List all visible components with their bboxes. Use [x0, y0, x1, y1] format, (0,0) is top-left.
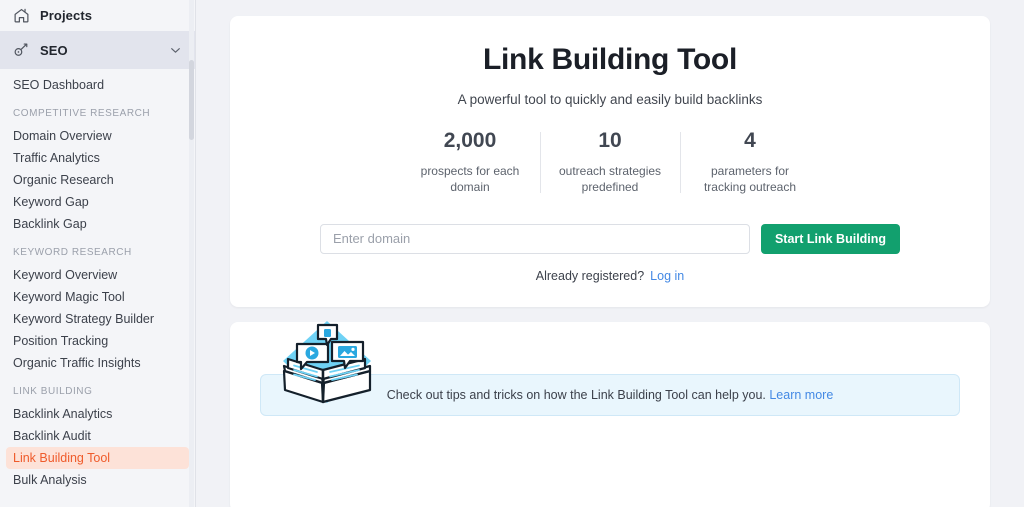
sidebar-item-label: Keyword Strategy Builder [13, 312, 155, 326]
sidebar-item-domain-overview[interactable]: Domain Overview [0, 125, 195, 147]
sidebar-scrollbar-thumb[interactable] [189, 60, 194, 140]
stat-item: 10 outreach strategies predefined [540, 129, 680, 196]
learn-more-link[interactable]: Learn more [769, 388, 833, 402]
sidebar-item-label: Backlink Gap [13, 217, 87, 231]
stat-description: parameters for tracking outreach [703, 164, 797, 195]
domain-form: Start Link Building [270, 223, 950, 254]
sidebar: Projects SEO SEO Dashboard COMPETITIVE R… [0, 0, 196, 507]
sidebar-item-organic-research[interactable]: Organic Research [0, 169, 195, 191]
sidebar-item-keyword-magic-tool[interactable]: Keyword Magic Tool [0, 286, 195, 308]
stat-number: 10 [598, 129, 622, 152]
sidebar-item-label: Bulk Analysis [13, 473, 87, 487]
page-subtitle: A powerful tool to quickly and easily bu… [457, 92, 763, 107]
sidebar-item-label: Backlink Audit [13, 429, 91, 443]
sidebar-item-label: Keyword Magic Tool [13, 290, 125, 304]
sidebar-item-projects-label: Projects [40, 8, 93, 23]
stat-item: 4 parameters for tracking outreach [680, 129, 820, 196]
sidebar-item-seo-label: SEO [40, 42, 68, 58]
already-registered: Already registered? Log in [270, 269, 950, 283]
open-book-icon [275, 317, 379, 413]
sidebar-item-seo-dashboard-label: SEO Dashboard [13, 78, 105, 92]
sidebar-item-label: Keyword Overview [13, 268, 118, 282]
sidebar-item-backlink-audit[interactable]: Backlink Audit [0, 425, 195, 447]
tips-card: Check out tips and tricks on how the Lin… [230, 320, 990, 507]
tips-banner-text: Check out tips and tricks on how the Lin… [387, 388, 834, 402]
hero-card: Link Building Tool A powerful tool to qu… [230, 16, 990, 307]
log-in-link[interactable]: Log in [650, 269, 684, 283]
sidebar-item-label: Link Building Tool [13, 451, 111, 465]
sidebar-item-seo-dashboard[interactable]: SEO Dashboard [0, 69, 195, 96]
sidebar-item-bulk-analysis[interactable]: Bulk Analysis [0, 469, 195, 491]
sidebar-item-link-building-tool[interactable]: Link Building Tool [6, 447, 189, 469]
stat-description: outreach strategies predefined [558, 164, 662, 195]
start-link-building-button[interactable]: Start Link Building [760, 223, 901, 254]
sidebar-sections: COMPETITIVE RESEARCH Domain Overview Traff… [0, 96, 195, 491]
page-title: Link Building Tool [483, 43, 737, 76]
tips-banner-message: Check out tips and tricks on how the Lin… [386, 387, 766, 402]
sidebar-item-keyword-gap[interactable]: Keyword Gap [0, 191, 195, 213]
domain-input[interactable] [319, 223, 750, 254]
home-icon [12, 7, 30, 25]
sidebar-item-label: Backlink Analytics [13, 407, 113, 421]
sidebar-item-position-tracking[interactable]: Position Tracking [0, 330, 195, 352]
sidebar-item-projects[interactable]: Projects [0, 0, 195, 31]
sidebar-item-organic-traffic-insights[interactable]: Organic Traffic Insights [0, 352, 195, 374]
sidebar-item-traffic-analytics[interactable]: Traffic Analytics [0, 147, 195, 169]
sidebar-item-backlink-gap[interactable]: Backlink Gap [0, 213, 195, 235]
stat-number: 4 [744, 129, 756, 152]
sidebar-item-keyword-strategy-builder[interactable]: Keyword Strategy Builder [0, 308, 195, 330]
stat-description: prospects for each domain [420, 164, 520, 195]
sidebar-item-label: Traffic Analytics [13, 151, 100, 165]
chevron-down-icon[interactable] [169, 44, 182, 57]
sidebar-item-seo[interactable]: SEO [0, 31, 195, 69]
seo-magnifier-icon [12, 41, 30, 59]
sidebar-section-title: COMPETITIVE RESEARCH [13, 108, 151, 119]
sidebar-item-label: Organic Traffic Insights [13, 356, 141, 370]
tips-banner: Check out tips and tricks on how the Lin… [260, 320, 960, 416]
sidebar-item-label: Domain Overview [13, 129, 112, 143]
sidebar-section-title: KEYWORD RESEARCH [13, 247, 132, 258]
main-content: Link Building Tool A powerful tool to qu… [196, 0, 1024, 507]
stat-item: 2,000 prospects for each domain [400, 129, 540, 196]
sidebar-scrollbar[interactable] [189, 0, 194, 507]
sidebar-section-title: LINK BUILDING [13, 386, 93, 397]
sidebar-item-label: Position Tracking [13, 334, 109, 348]
already-registered-label: Already registered? [535, 268, 645, 283]
sidebar-item-label: Organic Research [13, 173, 114, 187]
sidebar-item-backlink-analytics[interactable]: Backlink Analytics [0, 403, 195, 425]
sidebar-item-label: Keyword Gap [13, 195, 89, 209]
stats-row: 2,000 prospects for each domain 10 outreach… [270, 129, 950, 196]
stat-number: 2,000 [443, 129, 497, 152]
sidebar-item-keyword-overview[interactable]: Keyword Overview [0, 264, 195, 286]
